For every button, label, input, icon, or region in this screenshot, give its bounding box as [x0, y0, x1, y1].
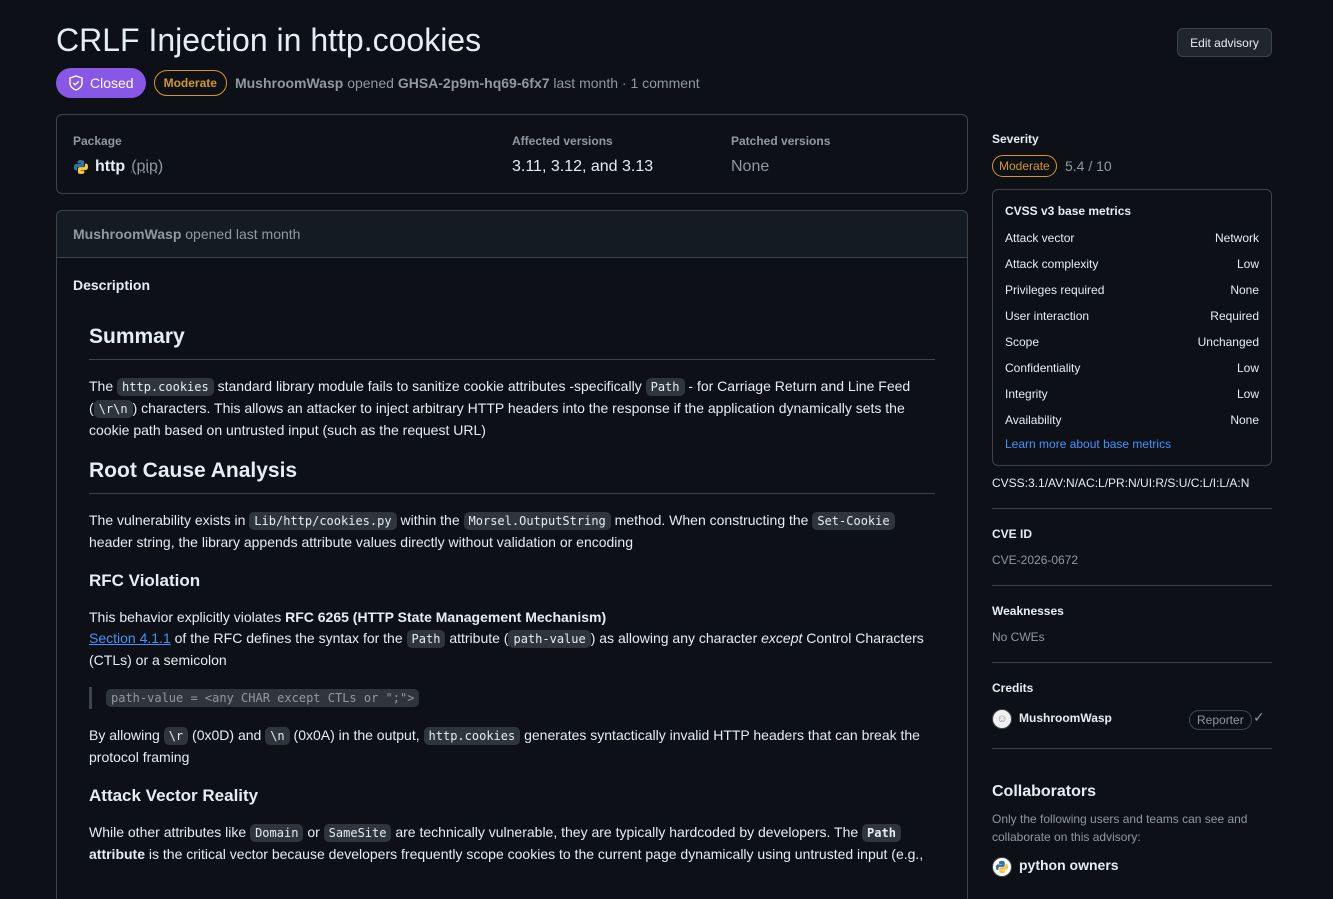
cve-id: CVE-2026-0672	[992, 553, 1079, 567]
description-author[interactable]: MushroomWasp	[73, 226, 181, 242]
opened-text: opened	[347, 75, 394, 91]
ghsa-id: GHSA-2p9m-hq69-6fx7	[397, 75, 550, 91]
metric-row: Confidentiality Low	[1005, 361, 1259, 375]
package-name[interactable]: http	[95, 158, 125, 176]
metric-row: Scope Unchanged	[1005, 335, 1259, 349]
inline-code: SameSite	[323, 824, 392, 842]
summary-paragraph: The http.cookies standard library module…	[89, 378, 911, 438]
metric-row: Attack vector Network	[1005, 231, 1259, 245]
attack-vector-paragraph: While other attributes like Domain or Sa…	[89, 824, 924, 862]
edit-advisory-button[interactable]: Edit advisory	[1177, 28, 1272, 57]
inline-code: Morsel.OutputString	[463, 512, 611, 530]
heading-rfc-violation: RFC Violation	[89, 571, 201, 590]
collaborator-team[interactable]: python owners	[1019, 857, 1119, 873]
inline-code: Set-Cookie	[812, 512, 895, 530]
patched-label: Patched versions	[731, 134, 831, 148]
inline-code: Lib/http/cookies.py	[249, 512, 397, 530]
collaborators-heading: Collaborators	[992, 783, 1097, 800]
cvss-vector: CVSS:3.1/AV:N/AC:L/PR:N/UI:R/S:U/C:L/I:L…	[992, 476, 1250, 490]
state-badge: Closed	[56, 68, 146, 98]
metric-row: Attack complexity Low	[1005, 257, 1259, 271]
root-cause-paragraph: The vulnerability exists in Lib/http/coo…	[89, 510, 935, 553]
affected-label: Affected versions	[512, 134, 613, 148]
description-body: Summary The http.cookies standard librar…	[89, 323, 935, 881]
heading-summary: Summary	[89, 323, 935, 360]
divider	[992, 508, 1272, 509]
credits-label: Credits	[992, 681, 1034, 695]
inline-code: path-value	[508, 630, 591, 648]
metric-row: Privileges required None	[1005, 283, 1259, 297]
divider	[992, 748, 1272, 749]
affected-versions: 3.11, 3.12, and 3.13	[512, 158, 654, 175]
inline-code: Path	[862, 824, 901, 842]
description-label: Description	[73, 277, 151, 293]
credit-user[interactable]: MushroomWasp	[1019, 711, 1112, 725]
shield-check-icon	[69, 75, 83, 91]
impact-paragraph: By allowing \r (0x0D) and \n (0x0A) in t…	[89, 727, 920, 765]
page-title: CRLF Injection in http.cookies	[56, 22, 482, 58]
package-box: Package http (pip) Affected versions 3.1…	[56, 114, 968, 194]
inline-code: http.cookies	[423, 727, 521, 745]
divider	[992, 662, 1272, 663]
comment-count[interactable]: · 1 comment	[622, 75, 700, 91]
check-icon: ✓	[1253, 709, 1265, 725]
advisory-meta: Closed Moderate MushroomWasp opened GHSA…	[56, 68, 700, 98]
divider	[992, 585, 1272, 586]
team-avatar	[992, 857, 1012, 877]
description-opened: opened last month	[185, 226, 301, 242]
rfc-quote: path-value = <any CHAR except CTLs or ";…	[89, 687, 935, 709]
cve-label: CVE ID	[992, 527, 1033, 541]
severity-badge: Moderate	[153, 70, 227, 96]
python-icon	[995, 860, 1009, 874]
metric-row: Availability None	[1005, 413, 1259, 427]
package-label: Package	[73, 134, 122, 148]
reporter-badge: Reporter	[1189, 710, 1252, 730]
author-link[interactable]: MushroomWasp	[235, 75, 343, 91]
heading-root-cause: Root Cause Analysis	[89, 457, 935, 494]
learn-more-link[interactable]: Learn more about base metrics	[1005, 437, 1171, 451]
inline-code: Path	[645, 378, 685, 396]
patched-versions: None	[731, 158, 770, 175]
description-box: MushroomWasp opened last month Descripti…	[56, 210, 968, 899]
inline-code: \r\n	[93, 400, 133, 418]
rfc-paragraph: This behavior explicitly violates RFC 62…	[89, 609, 924, 668]
inline-code: Domain	[250, 824, 304, 842]
severity-label: Severity	[992, 132, 1039, 146]
inline-code: Path	[406, 630, 446, 648]
weaknesses-value: No CWEs	[992, 630, 1045, 644]
python-icon	[74, 160, 88, 174]
package-ecosystem: (pip)	[131, 158, 164, 175]
metric-row: Integrity Low	[1005, 387, 1259, 401]
inline-code: \n	[265, 727, 290, 745]
severity-pill: Moderate	[992, 155, 1057, 177]
severity-score: 5.4 / 10	[1065, 158, 1112, 174]
metric-row: User interaction Required	[1005, 309, 1259, 323]
cvss-title: CVSS v3 base metrics	[1005, 204, 1132, 218]
description-header: MushroomWasp opened last month	[57, 211, 967, 258]
state-label: Closed	[90, 75, 134, 91]
opened-when: last month	[553, 75, 618, 91]
heading-attack-vector: Attack Vector Reality	[89, 786, 259, 805]
avatar[interactable]: ☺	[992, 709, 1012, 729]
section-link[interactable]: Section 4.1.1	[89, 630, 171, 646]
collaborators-desc: Only the following users and teams can s…	[992, 812, 1248, 844]
weaknesses-label: Weaknesses	[992, 604, 1064, 618]
inline-code: \r	[163, 727, 189, 745]
inline-code: http.cookies	[117, 378, 214, 396]
cvss-metrics-box: CVSS v3 base metrics Attack vector Networ…	[992, 189, 1272, 466]
